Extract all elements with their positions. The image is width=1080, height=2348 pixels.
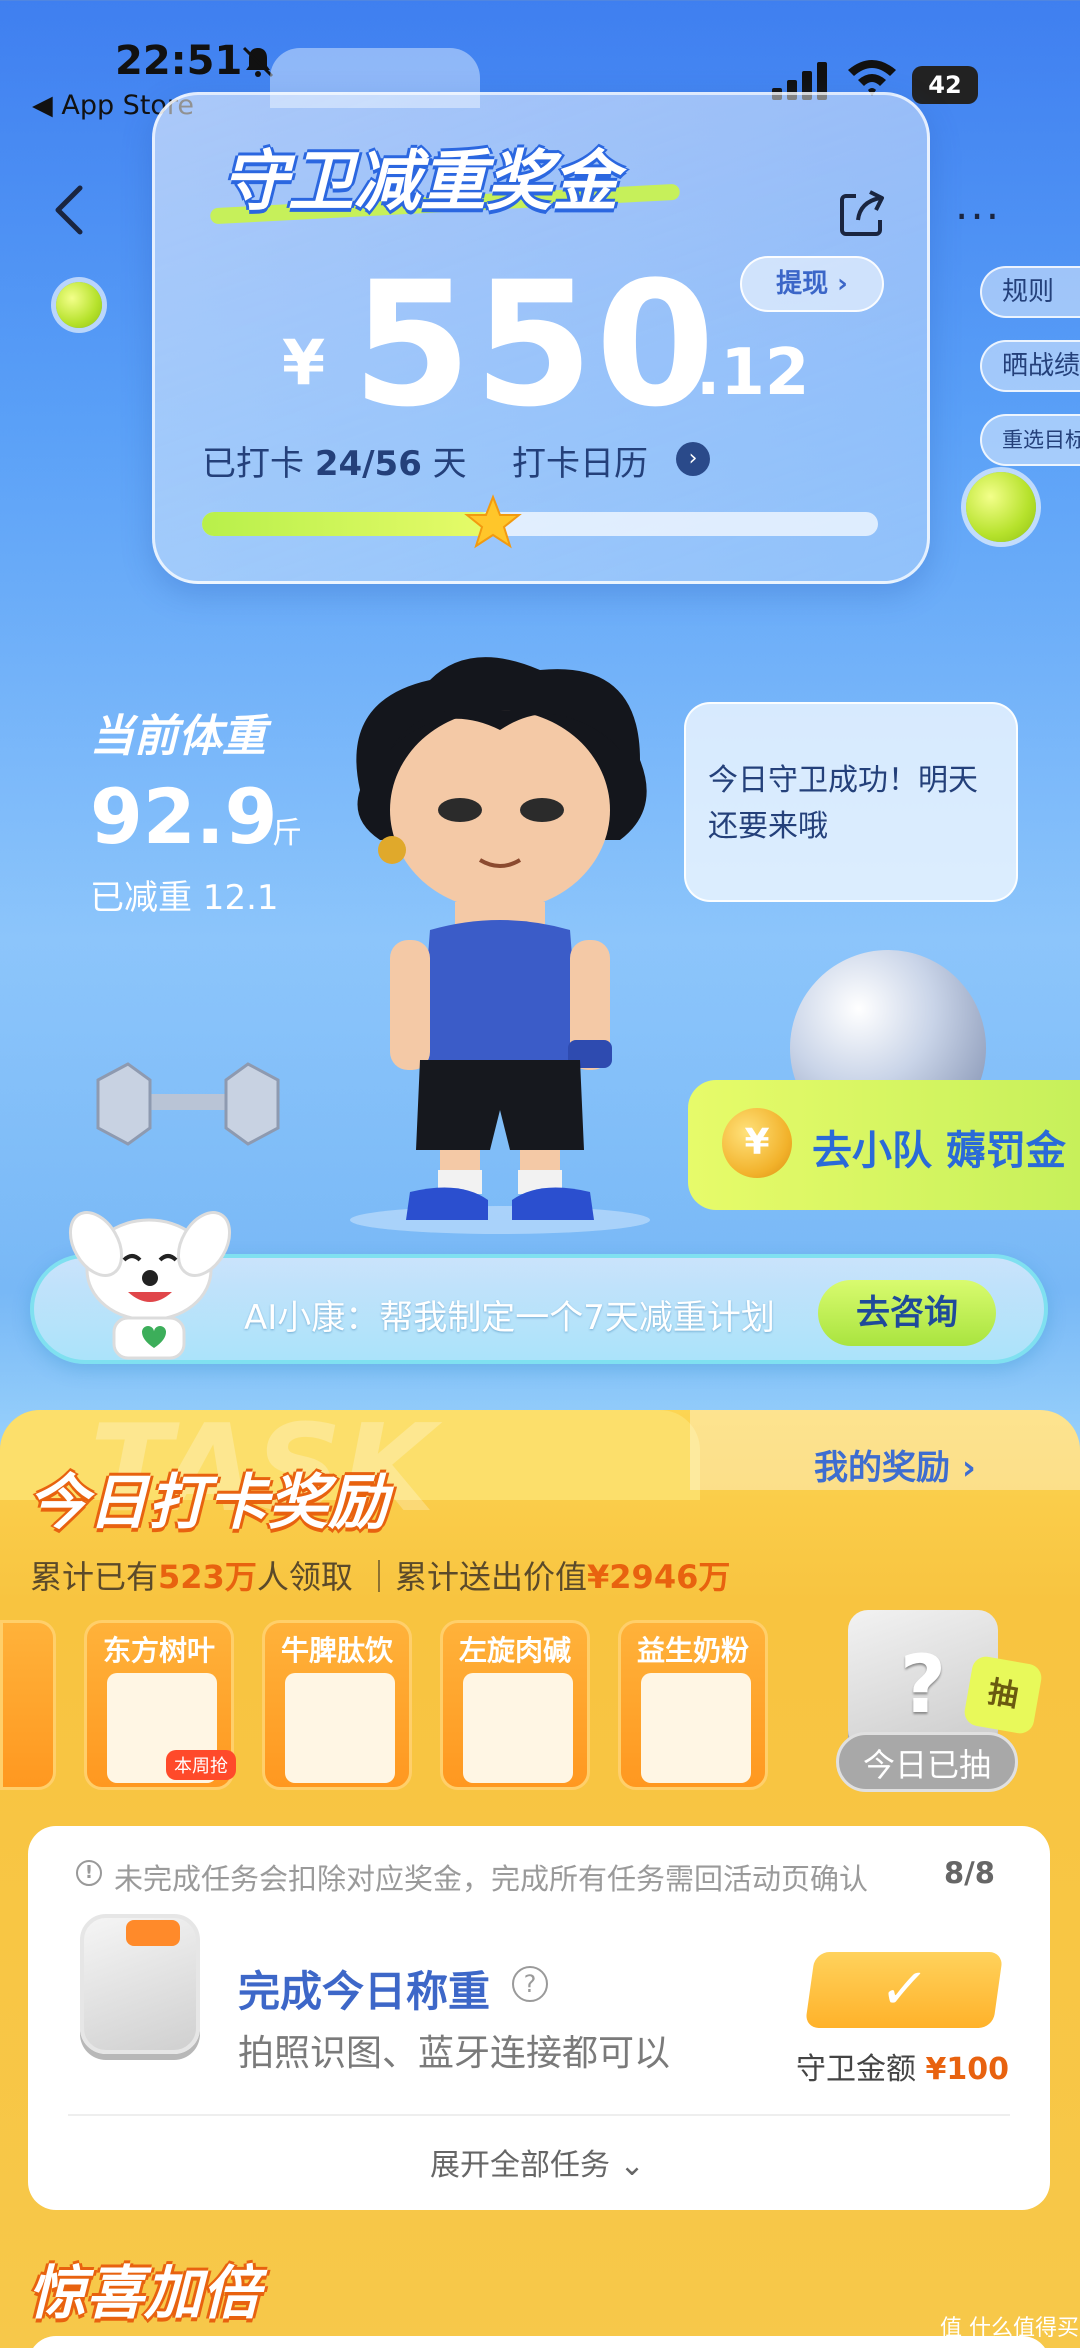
prize-name: 东方树叶 [102, 1634, 215, 1667]
prize-card-partial[interactable] [0, 1620, 56, 1790]
weight-unit: 斤 [272, 816, 302, 851]
checkin-calendar-link[interactable]: 打卡日历 [512, 436, 648, 485]
mascot-character [350, 657, 650, 1234]
chevron-right-icon[interactable]: › [676, 442, 710, 476]
prize-image [463, 1673, 573, 1783]
checkin-progress-text: 已打卡 24/56 天 [202, 444, 467, 484]
checkin-count: 24/56 [314, 444, 422, 484]
draw-badge: 抽 [962, 1654, 1044, 1736]
task-description: 拍照识图、蓝牙连接都可以 [238, 2033, 671, 2074]
checkin-progress-fill [202, 512, 493, 536]
current-weight-label: 当前体重 [90, 711, 266, 762]
my-rewards-link[interactable]: 我的奖励 › [814, 1440, 976, 1489]
warning-icon: ! [76, 1860, 102, 1886]
share-icon[interactable] [836, 186, 890, 240]
rewards-stats: 累计已有523万人领取 ｜累计送出价值¥2946万 [30, 1558, 731, 1596]
tennis-ball-decor [966, 472, 1036, 542]
task-completion-count: 8/8 [944, 1856, 995, 1890]
reselect-goal-button[interactable]: 重选目标 [980, 414, 1080, 466]
prize-card[interactable]: 益生奶粉 [618, 1620, 768, 1790]
consult-button[interactable]: 去咨询 [818, 1280, 996, 1346]
divider [68, 2114, 1010, 2116]
expand-all-tasks-button[interactable]: 展开全部任务 ⌄ [430, 2140, 645, 2184]
rewards-title: 今日打卡奖励 [28, 1468, 388, 1538]
withdraw-button[interactable]: 提现 › [740, 256, 884, 312]
star-icon [463, 494, 522, 549]
bonus-amount: 550 [352, 244, 718, 445]
ai-assistant-prompt[interactable]: AI小康：帮我制定一个7天减重计划 [244, 1290, 775, 1339]
next-card-partial [28, 2336, 1050, 2348]
rules-button[interactable]: 规则 [980, 266, 1080, 318]
task-title: 完成今日称重 [238, 1967, 491, 2016]
share-results-button[interactable]: 晒战绩 [980, 340, 1080, 392]
weekly-grab-tag: 本周抢 [166, 1750, 236, 1780]
site-watermark: 值 什么值得买 [940, 2316, 1079, 2341]
surprise-double-title: 惊喜加倍 [28, 2259, 261, 2327]
prize-name: 左旋肉碱 [458, 1634, 571, 1667]
battery-indicator: 42 [912, 66, 978, 104]
back-icon[interactable] [50, 180, 90, 240]
scale-display-decor [126, 1920, 180, 1946]
status-time: 22:51 [115, 38, 243, 84]
drawn-today-button[interactable]: 今日已抽 [836, 1732, 1018, 1792]
prize-card[interactable]: 牛脾肽饮 [262, 1620, 412, 1790]
dog-mascot-icon [68, 1211, 232, 1360]
weight-lost: 已减重 12.1 [90, 878, 279, 918]
prize-card[interactable]: 左旋肉碱 [440, 1620, 590, 1790]
currency-symbol: ¥ [282, 326, 326, 399]
help-icon[interactable]: ? [512, 1966, 548, 2002]
prize-name: 牛脾肽饮 [280, 1634, 393, 1667]
bonus-amount-decimal: .12 [696, 336, 810, 410]
dumbbell-decor [96, 1062, 280, 1146]
tennis-ball-decor [56, 282, 102, 328]
current-weight-value: 92.9 [90, 772, 278, 861]
prize-name: 益生奶粉 [636, 1634, 749, 1667]
task-warning: 未完成任务会扣除对应奖金，完成所有任务需回活动页确认 [114, 1862, 869, 1896]
prize-image [285, 1673, 395, 1783]
task-reward: 守卫金额 ¥100 [796, 2052, 1010, 2087]
speech-bubble: 今日守卫成功！明天还要来哦 [684, 702, 1018, 902]
task-complete-button[interactable]: ✓ [804, 1952, 1004, 2028]
coin-icon: ¥ [722, 1108, 792, 1178]
more-icon[interactable]: ··· [955, 192, 1001, 241]
team-penalty-label[interactable]: 去小队 薅罚金 [812, 1118, 1066, 1176]
page-title: 守卫减重奖金 [222, 143, 618, 220]
prize-image [641, 1673, 751, 1783]
